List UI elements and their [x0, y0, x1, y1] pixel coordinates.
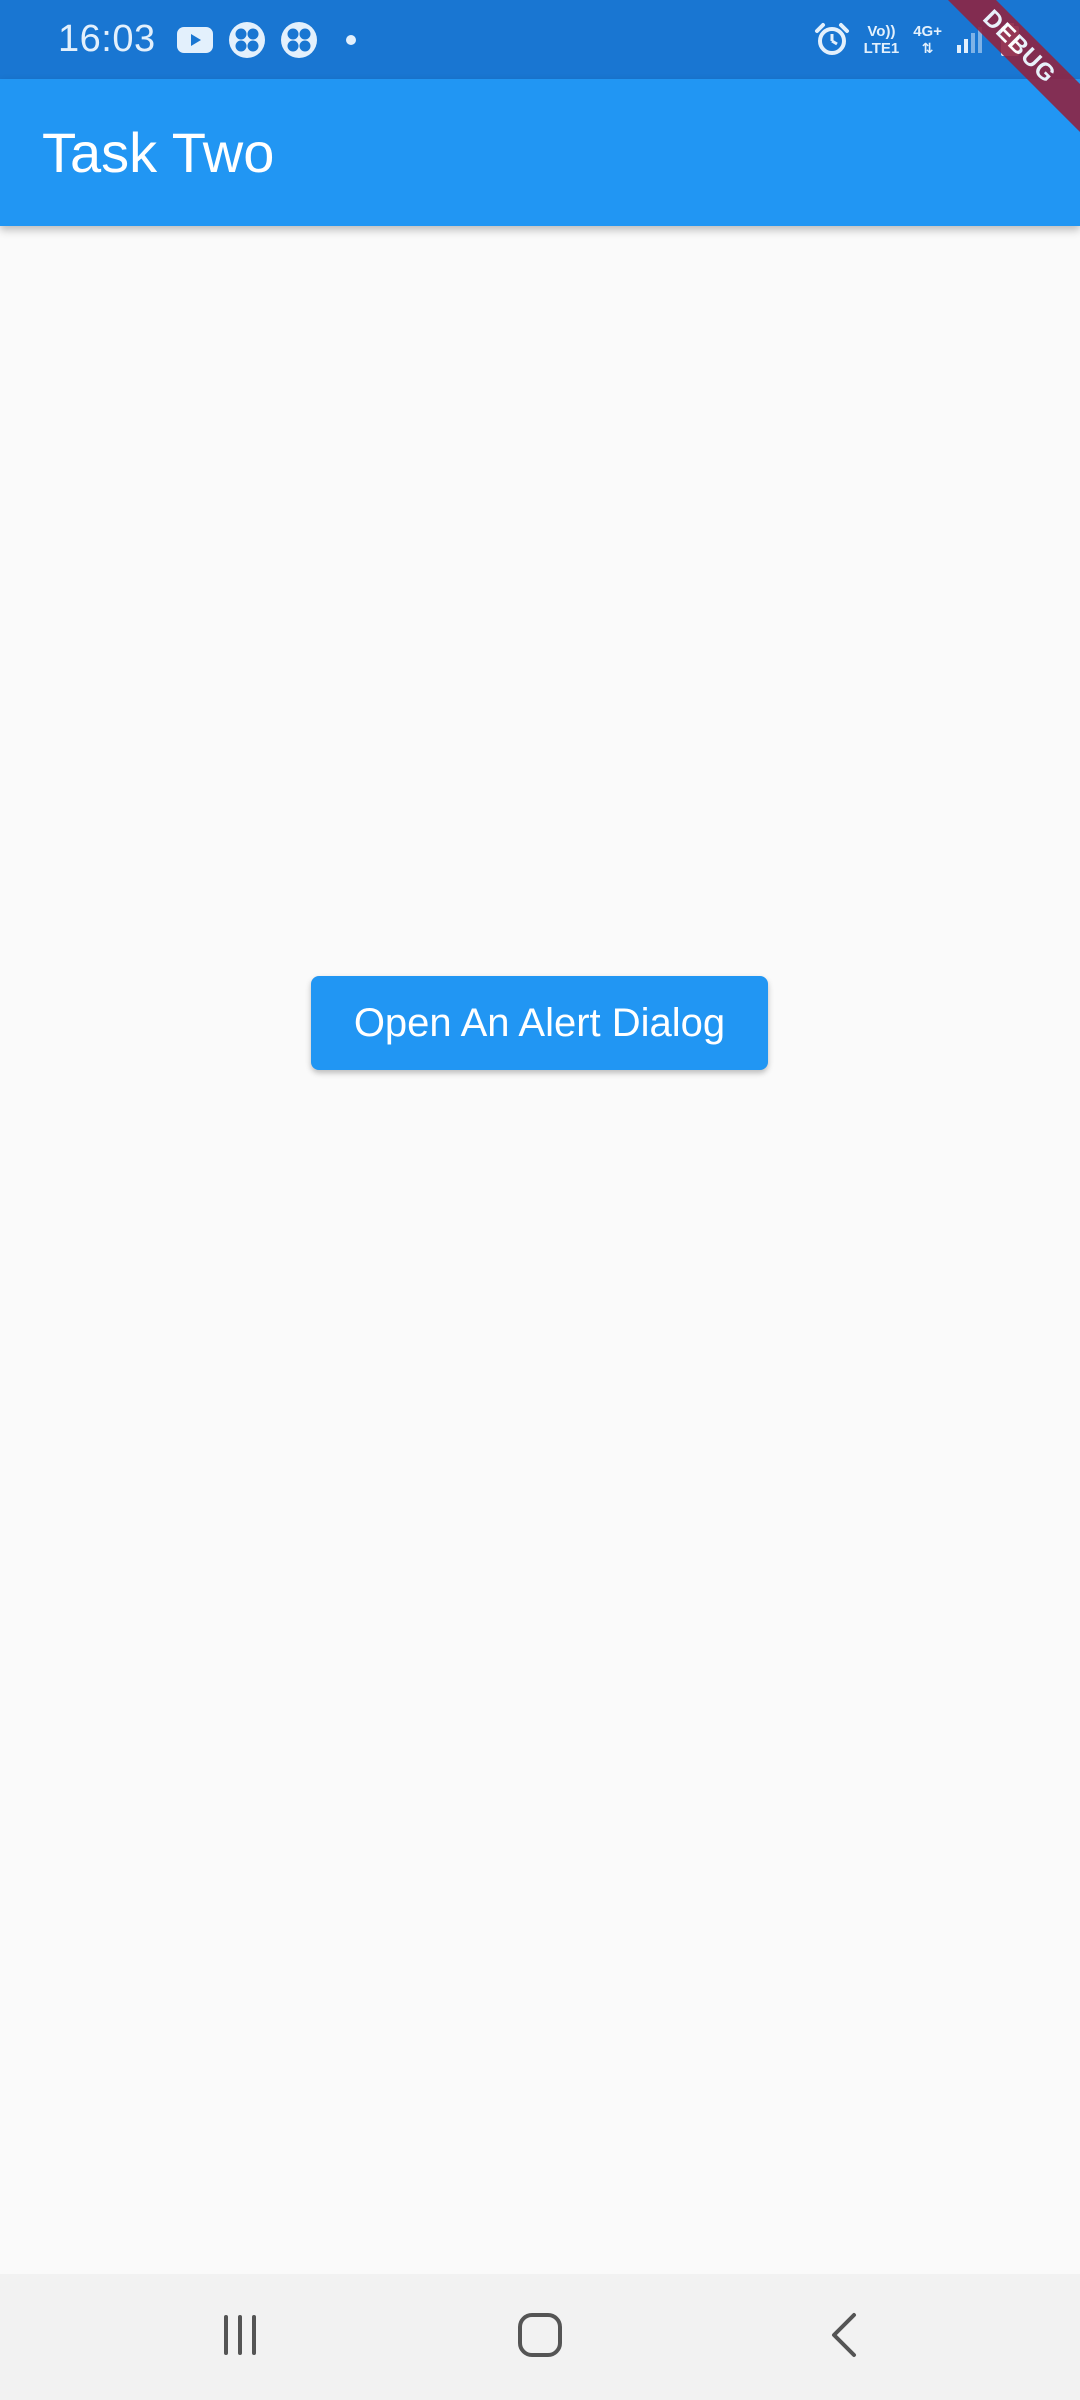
status-time: 16:03: [58, 18, 156, 60]
back-icon: [824, 2311, 864, 2364]
recent-apps-icon: [218, 2313, 262, 2362]
fan-app-icon: [228, 21, 266, 59]
home-button[interactable]: [440, 2274, 640, 2400]
status-right-group: Vo)) LTE1 4G+ ⇅: [814, 0, 1020, 79]
data-arrows-icon: ⇅: [921, 39, 934, 56]
main-content: [0, 226, 1080, 2274]
back-button[interactable]: [744, 2274, 944, 2400]
open-alert-dialog-button[interactable]: Open An Alert Dialog: [311, 976, 768, 1070]
battery-icon: [1000, 22, 1020, 57]
volte-top-label: Vo)): [867, 22, 896, 40]
fan-app-icon: [280, 21, 318, 59]
alarm-icon: [814, 22, 850, 58]
app-bar: Task Two: [0, 79, 1080, 226]
navigation-bar: [0, 2274, 1080, 2400]
network-type-label: 4G+: [913, 22, 942, 40]
notification-dot-icon: [345, 34, 356, 45]
signal-icon: [956, 25, 986, 55]
volte-bottom-label: LTE1: [863, 39, 900, 57]
status-bar: 16:03 Vo)) LTE1 4G+ ⇅: [0, 0, 1080, 79]
network-type-indicator: 4G+ ⇅: [913, 23, 942, 57]
home-icon: [516, 2311, 564, 2364]
status-left-group: 16:03: [58, 0, 356, 79]
volte-indicator: Vo)) LTE1: [864, 23, 900, 57]
recent-apps-button[interactable]: [140, 2274, 340, 2400]
youtube-icon: [176, 25, 214, 55]
page-title: Task Two: [42, 121, 275, 184]
